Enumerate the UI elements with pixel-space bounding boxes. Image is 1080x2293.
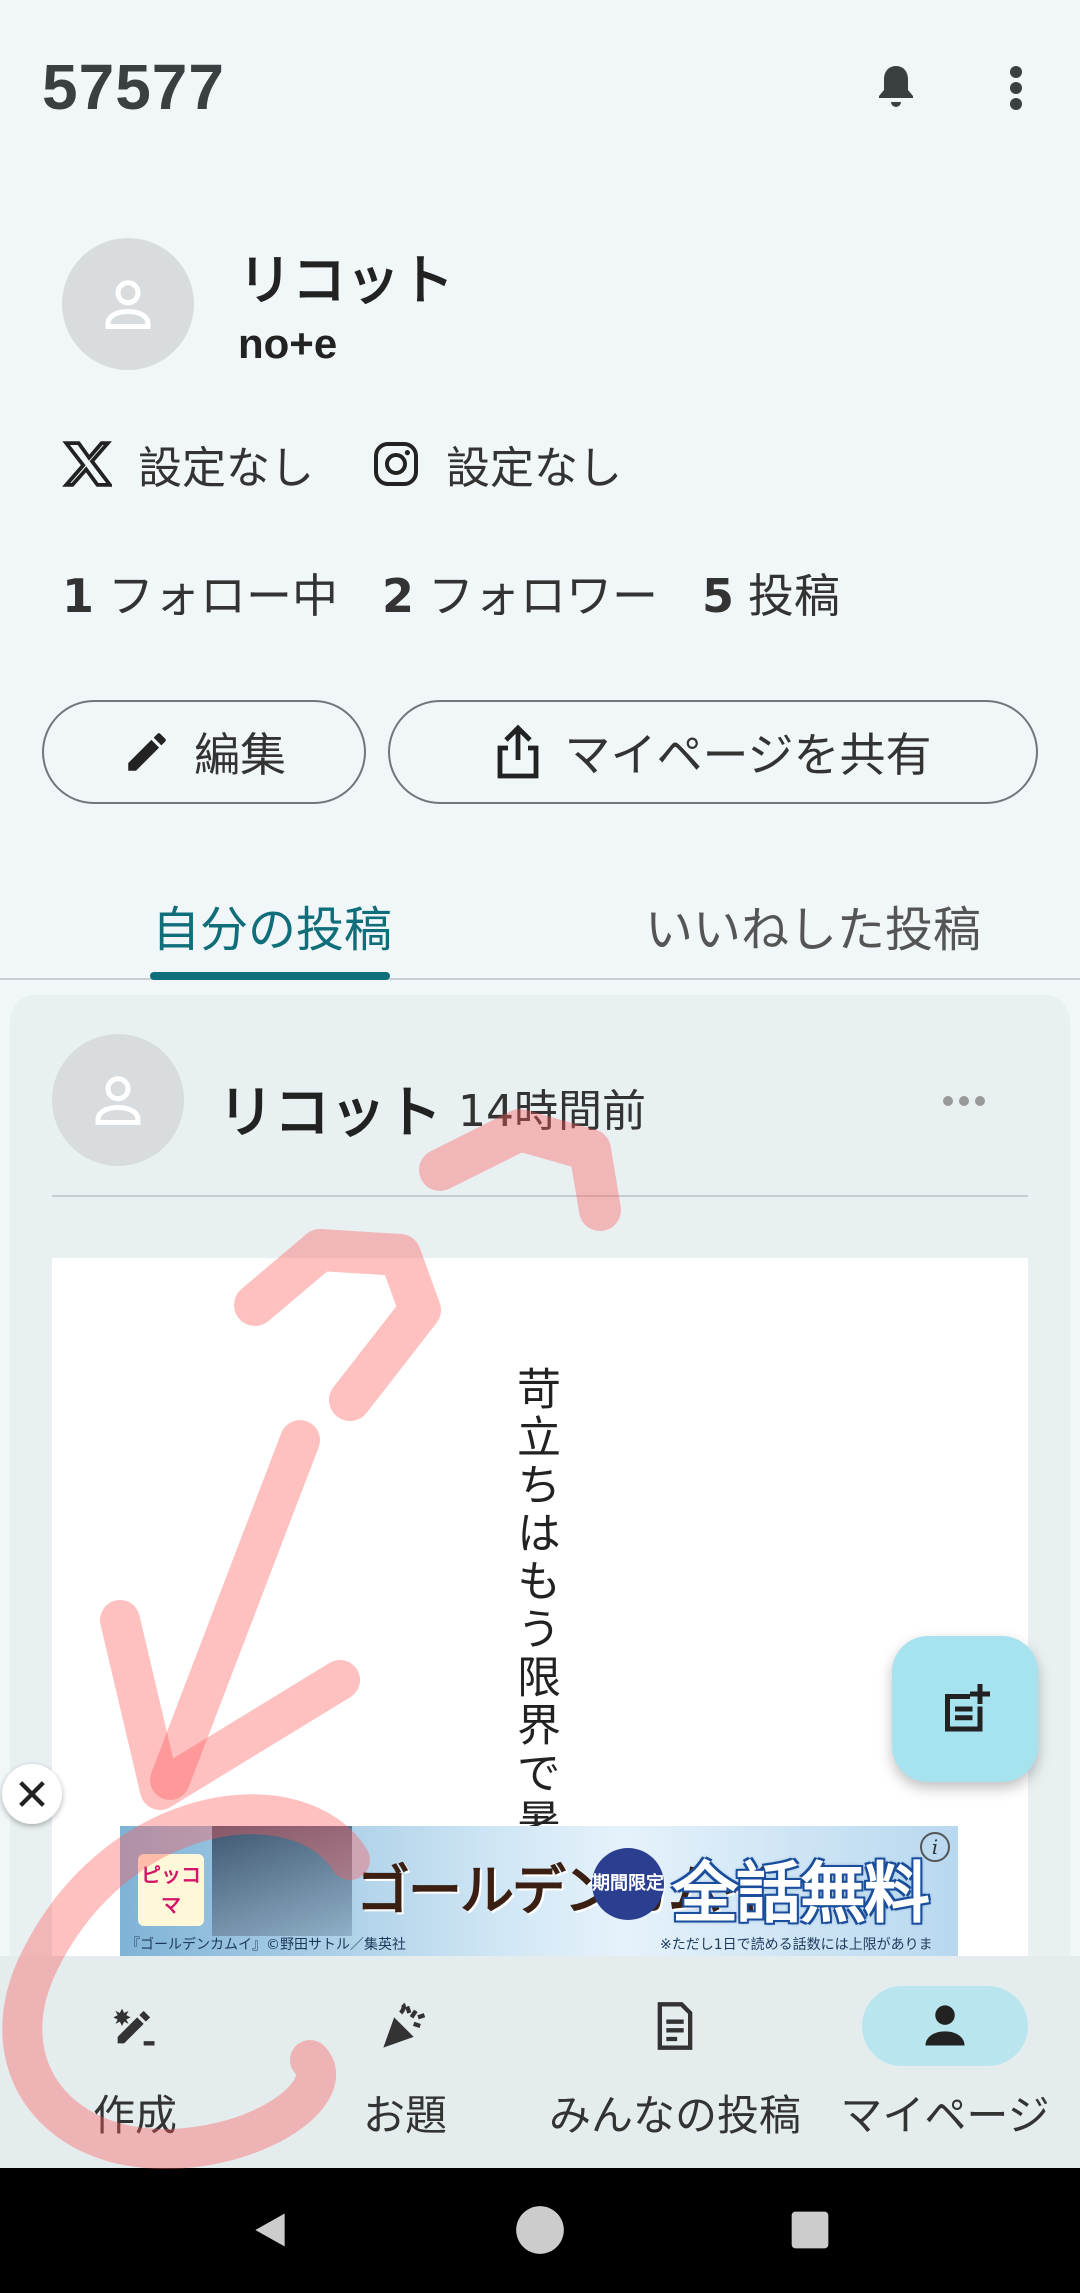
ad-close-button[interactable] bbox=[2, 1764, 62, 1824]
app-title: 57577 bbox=[42, 51, 225, 123]
nav-topics-label: お題 bbox=[362, 2091, 447, 2140]
posts-stat: 5 投稿 bbox=[702, 569, 841, 623]
pencil-icon bbox=[128, 733, 166, 771]
nav-everyone-posts-label: みんなの投稿 bbox=[548, 2091, 801, 2140]
post-divider bbox=[52, 1195, 1028, 1197]
profile-stats: 1 フォロー中 2 フォロワー 5 投稿 bbox=[62, 560, 840, 626]
nav-create-label: 作成 bbox=[92, 2091, 177, 2140]
post-timestamp: 14時間前 bbox=[458, 1086, 646, 1137]
instagram-account-link[interactable]: 設定なし bbox=[372, 432, 622, 496]
nav-create[interactable]: 作成 bbox=[0, 1956, 270, 2168]
party-popper-icon bbox=[322, 1986, 488, 2066]
close-icon bbox=[19, 1781, 45, 1807]
following-stat[interactable]: 1 フォロー中 bbox=[62, 560, 338, 626]
tab-my-posts[interactable]: 自分の投稿 bbox=[152, 890, 392, 960]
ad-copyright: 『ゴールデンカムイ』©野田サトル／集英社 bbox=[126, 1937, 406, 1953]
new-post-fab[interactable] bbox=[892, 1636, 1038, 1782]
person-icon bbox=[862, 1986, 1028, 2066]
more-vert-icon[interactable] bbox=[988, 60, 1044, 116]
ad-note: ※ただし1日で読める話数には上限があります。 bbox=[660, 1937, 933, 1953]
post-tanka-text: 苛立ちはもう限界で暑 bbox=[509, 1366, 560, 1846]
instagram-account-label: 設定なし bbox=[446, 443, 622, 494]
avatar bbox=[62, 238, 194, 370]
nav-everyone-posts[interactable]: みんなの投稿 bbox=[540, 1956, 810, 2168]
back-icon[interactable] bbox=[238, 2198, 302, 2262]
followers-stat[interactable]: 2 フォロワー bbox=[382, 560, 658, 626]
x-logo-icon bbox=[62, 441, 112, 487]
share-icon bbox=[498, 724, 539, 779]
nav-topics[interactable]: お題 bbox=[270, 1956, 540, 2168]
post-more-icon[interactable] bbox=[940, 1085, 988, 1117]
bell-icon[interactable] bbox=[868, 60, 924, 116]
ad-info-icon[interactable]: i bbox=[920, 1832, 950, 1862]
nav-mypage[interactable]: マイページ bbox=[810, 1956, 1080, 2168]
edit-button-label: 編集 bbox=[194, 728, 286, 782]
create-icon bbox=[52, 1986, 218, 2066]
profile-name: リコット bbox=[238, 249, 454, 312]
post-author-avatar[interactable] bbox=[52, 1034, 184, 1166]
edit-profile-button[interactable]: 編集 bbox=[42, 700, 366, 804]
post-author-name[interactable]: リコット bbox=[218, 1068, 442, 1149]
recents-icon[interactable] bbox=[778, 2198, 842, 2262]
active-tab-indicator bbox=[150, 972, 390, 980]
ad-headline: 全話無料 bbox=[672, 1855, 930, 1932]
home-icon[interactable] bbox=[508, 2198, 572, 2262]
tab-liked-posts[interactable]: いいねした投稿 bbox=[645, 890, 981, 960]
share-mypage-button[interactable]: マイページを共有 bbox=[388, 700, 1038, 804]
x-account-link[interactable]: 設定なし bbox=[62, 432, 314, 496]
bottom-navigation: 作成 お題 みんなの投稿 マイページ bbox=[0, 1956, 1080, 2168]
instagram-icon bbox=[372, 440, 420, 488]
ad-artwork bbox=[212, 1826, 352, 1936]
ad-limited-badge: 期間限定 bbox=[592, 1848, 664, 1920]
system-navigation-bar bbox=[0, 2168, 1080, 2293]
nav-mypage-label: マイページ bbox=[840, 2091, 1050, 2140]
person-outline-icon bbox=[95, 1076, 141, 1125]
ad-brand-logo: ピッコマ bbox=[138, 1854, 204, 1926]
ad-banner[interactable]: ピッコマ ゴールデンカムイ 期間限定 全話無料 『ゴールデンカムイ』©野田サトル… bbox=[120, 1826, 958, 1956]
x-account-label: 設定なし bbox=[138, 443, 314, 494]
document-icon bbox=[592, 1986, 758, 2066]
person-outline-icon bbox=[105, 280, 151, 329]
post-add-icon bbox=[945, 1684, 990, 1732]
share-button-label: マイページを共有 bbox=[564, 728, 932, 782]
profile-handle: no+e bbox=[238, 320, 338, 367]
